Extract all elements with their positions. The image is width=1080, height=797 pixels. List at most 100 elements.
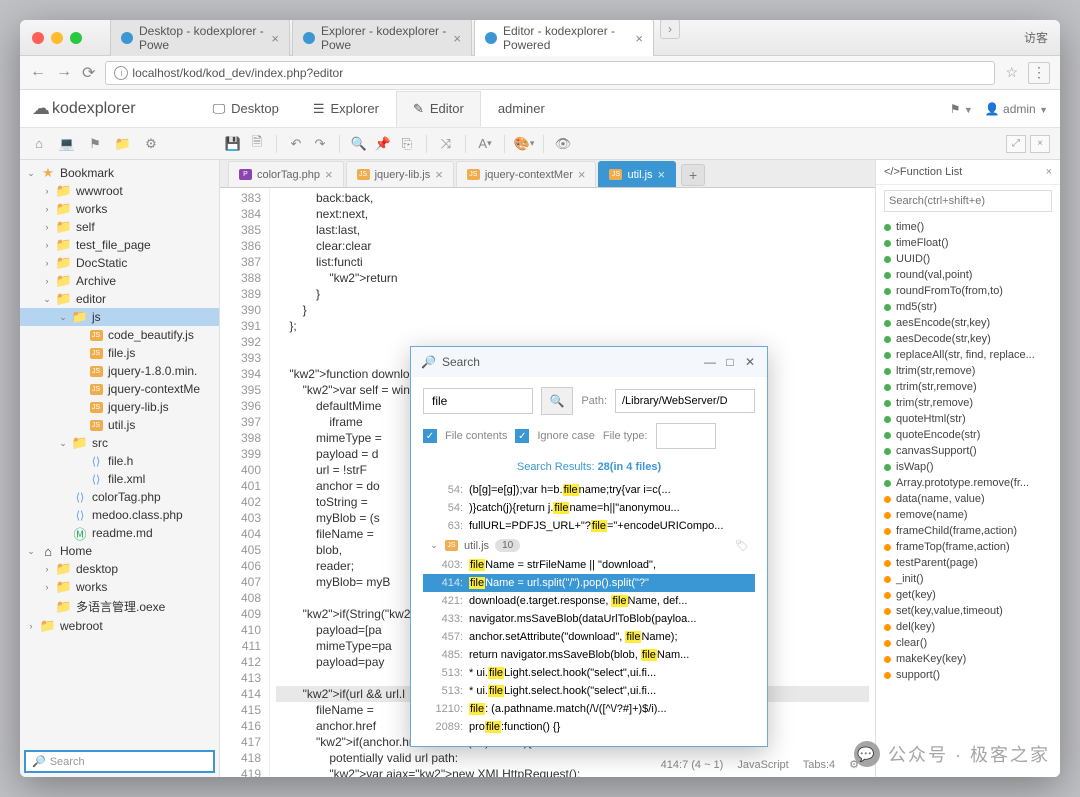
file-tab-contextmer[interactable]: JSjquery-contextMer× <box>456 161 597 187</box>
pin-icon[interactable]: 📌 <box>374 135 392 153</box>
bookmark-icon[interactable]: ☆ <box>1005 64 1018 81</box>
undo-icon[interactable]: ↶ <box>287 135 305 153</box>
tree-node-src[interactable]: ⌄📁src <box>20 434 219 452</box>
function-item[interactable]: clear() <box>876 635 1060 651</box>
browser-menu-button[interactable]: ⋮ <box>1028 62 1050 84</box>
tree-node-jquery-contextme[interactable]: JSjquery-contextMe <box>20 380 219 398</box>
function-item[interactable]: get(key) <box>876 587 1060 603</box>
function-item[interactable]: timeFloat() <box>876 235 1060 251</box>
function-item[interactable]: md5(str) <box>876 299 1060 315</box>
reload-button[interactable]: ⟳ <box>82 63 95 83</box>
close-icon[interactable]: × <box>435 167 443 182</box>
close-icon[interactable]: × <box>578 167 586 182</box>
folder-icon[interactable]: 📁 <box>114 135 132 153</box>
tree-node-file-xml[interactable]: ⟨⟩file.xml <box>20 470 219 488</box>
tree-node-jquery-1-8-0-min-[interactable]: JSjquery-1.8.0.min. <box>20 362 219 380</box>
expand-button[interactable]: ⤢ <box>1006 135 1026 153</box>
tree-node-code-beautify-js[interactable]: JScode_beautify.js <box>20 326 219 344</box>
tree-node-medoo-class-php[interactable]: ⟨⟩medoo.class.php <box>20 506 219 524</box>
function-item[interactable]: frameChild(frame,action) <box>876 523 1060 539</box>
search-result[interactable]: 54:(b[g]=e[g]);var h=b.filename;try{var … <box>423 481 755 499</box>
new-tab-button[interactable]: › <box>660 20 680 39</box>
file-tab-util[interactable]: JSutil.js× <box>598 161 676 187</box>
tree-node-webroot[interactable]: ›📁webroot <box>20 617 219 635</box>
close-icon[interactable]: ✕ <box>743 355 757 369</box>
tree-node-bookmark[interactable]: ⌄★Bookmark <box>20 164 219 182</box>
maximize-icon[interactable]: □ <box>723 355 737 369</box>
window-controls[interactable] <box>32 32 82 44</box>
font-icon[interactable]: A ▾ <box>476 135 494 153</box>
function-item[interactable]: testParent(page) <box>876 555 1060 571</box>
flag-icon[interactable]: ⚑ <box>86 135 104 153</box>
function-item[interactable]: canvasSupport() <box>876 443 1060 459</box>
flag-icon[interactable]: ⚑ ▼ <box>950 102 973 116</box>
search-result[interactable]: 513:* ui.fileLight.select.hook("select",… <box>423 682 755 700</box>
function-item[interactable]: replaceAll(str, find, replace... <box>876 347 1060 363</box>
browser-tab-3[interactable]: Editor - kodexplorer - Powered× <box>474 20 654 56</box>
file-type-input[interactable] <box>656 423 716 449</box>
search-result[interactable]: 63:fullURL=PDFJS_URL+"?file="+encodeURIC… <box>423 517 755 535</box>
function-item[interactable]: ltrim(str,remove) <box>876 363 1060 379</box>
close-panel-button[interactable]: × <box>1030 135 1050 153</box>
browser-tab-1[interactable]: Desktop - kodexplorer - Powe× <box>110 20 290 56</box>
tree-node-docstatic[interactable]: ›📁DocStatic <box>20 254 219 272</box>
tree-node-------oexe[interactable]: 📁多语言管理.oexe <box>20 596 219 617</box>
info-icon[interactable]: i <box>114 66 128 80</box>
search-result[interactable]: 457:anchor.setAttribute("download", file… <box>423 628 755 646</box>
search-result[interactable]: 1210:file: (a.pathname.match(/\/([^\/?#]… <box>423 700 755 718</box>
search-query-input[interactable]: file <box>423 388 533 414</box>
browser-tab-2[interactable]: Explorer - kodexplorer - Powe× <box>292 20 472 56</box>
url-input[interactable]: ilocalhost/kod/kod_dev/index.php?editor <box>105 61 995 85</box>
file-tab-jquerylib[interactable]: JSjquery-lib.js× <box>346 161 454 187</box>
tree-node-self[interactable]: ›📁self <box>20 218 219 236</box>
function-item[interactable]: trim(str,remove) <box>876 395 1060 411</box>
theme-icon[interactable]: 🎨 ▾ <box>515 135 533 153</box>
tree-node-wwwroot[interactable]: ›📁wwwroot <box>20 182 219 200</box>
search-result[interactable]: 513:* ui.fileLight.select.hook("select",… <box>423 664 755 682</box>
search-result[interactable]: 421:download(e.target.response, fileName… <box>423 592 755 610</box>
function-item[interactable]: remove(name) <box>876 507 1060 523</box>
back-button[interactable]: ← <box>30 63 46 83</box>
wrap-icon[interactable]: ⎘ <box>398 135 416 153</box>
function-item[interactable]: data(name, value) <box>876 491 1060 507</box>
minimize-icon[interactable]: — <box>703 355 717 369</box>
tree-node-home[interactable]: ⌄⌂Home <box>20 542 219 560</box>
sidebar-search[interactable]: 🔎Search <box>24 750 215 773</box>
new-file-button[interactable]: + <box>681 164 705 186</box>
nav-desktop[interactable]: 🖵Desktop <box>196 91 296 127</box>
function-item[interactable]: aesDecode(str,key) <box>876 331 1060 347</box>
tree-node-works[interactable]: ›📁works <box>20 578 219 596</box>
home-icon[interactable]: ⌂ <box>30 135 48 153</box>
gear-icon[interactable]: ⚙ <box>849 758 859 771</box>
search-result[interactable]: 433:navigator.msSaveBlob(dataUrlToBlob(p… <box>423 610 755 628</box>
search-result[interactable]: 414:fileName = url.split("/").pop().spli… <box>423 574 755 592</box>
function-item[interactable]: UUID() <box>876 251 1060 267</box>
file-contents-checkbox[interactable]: ✓ <box>423 429 437 443</box>
save-icon[interactable]: 💾 <box>224 135 242 153</box>
tree-node-file-h[interactable]: ⟨⟩file.h <box>20 452 219 470</box>
close-icon[interactable]: × <box>1046 166 1052 178</box>
tree-node-colortag-php[interactable]: ⟨⟩colorTag.php <box>20 488 219 506</box>
close-icon[interactable]: × <box>325 167 333 182</box>
file-tab-colortag[interactable]: PcolorTag.php× <box>228 161 344 187</box>
function-item[interactable]: makeKey(key) <box>876 651 1060 667</box>
close-icon[interactable]: × <box>658 167 666 182</box>
close-icon[interactable]: × <box>271 31 279 46</box>
function-search[interactable] <box>884 190 1052 212</box>
function-item[interactable]: del(key) <box>876 619 1060 635</box>
function-item[interactable]: set(key,value,timeout) <box>876 603 1060 619</box>
preview-icon[interactable]: 👁 <box>554 135 572 153</box>
search-file-group[interactable]: ⌄JSutil.js10🏷 <box>423 535 755 556</box>
tree-node-util-js[interactable]: JSutil.js <box>20 416 219 434</box>
function-item[interactable]: rtrim(str,remove) <box>876 379 1060 395</box>
shuffle-icon[interactable]: ⤨ <box>437 135 455 153</box>
tree-node-editor[interactable]: ⌄📁editor <box>20 290 219 308</box>
tree-node-readme-md[interactable]: Ⓜreadme.md <box>20 524 219 542</box>
function-item[interactable]: quoteEncode(str) <box>876 427 1060 443</box>
nav-adminer[interactable]: adminer <box>481 91 562 127</box>
function-item[interactable]: quoteHtml(str) <box>876 411 1060 427</box>
function-item[interactable]: _init() <box>876 571 1060 587</box>
forward-button[interactable]: → <box>56 63 72 83</box>
function-item[interactable]: support() <box>876 667 1060 683</box>
tree-node-test-file-page[interactable]: ›📁test_file_page <box>20 236 219 254</box>
